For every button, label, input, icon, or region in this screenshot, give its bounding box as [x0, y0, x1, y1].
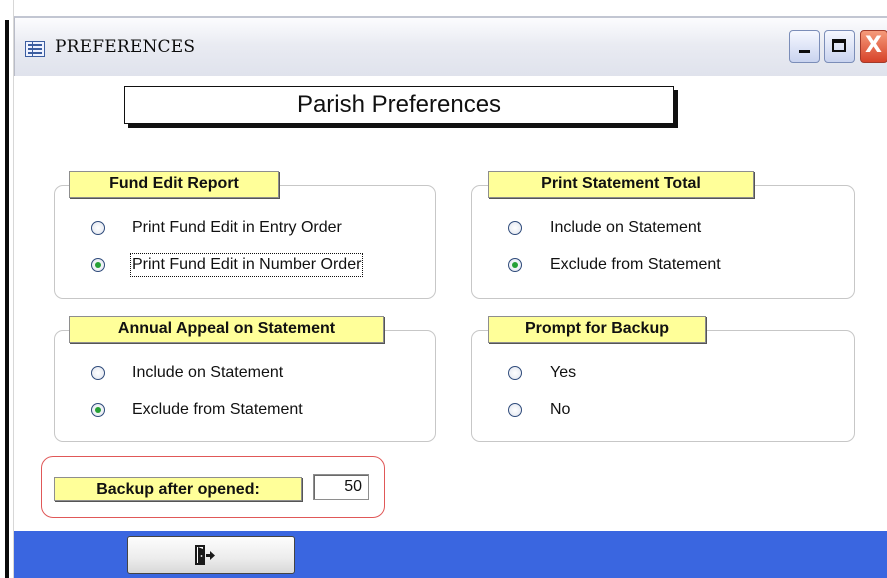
annual-appeal-label: Annual Appeal on Statement [69, 316, 384, 343]
window-left-frame [0, 0, 14, 578]
form-body: Parish Preferences Fund Edit Report Prin… [14, 76, 887, 531]
title-bar[interactable]: PREFERENCES X [14, 16, 887, 78]
radio-annual-appeal-include[interactable] [91, 366, 105, 380]
radio-annual-appeal-exclude[interactable] [91, 403, 105, 417]
prompt-for-backup-group [471, 330, 855, 442]
exit-door-icon [195, 545, 215, 565]
window-left-border [5, 20, 9, 578]
close-button[interactable]: X [860, 30, 887, 63]
radio-statement-total-include[interactable] [508, 221, 522, 235]
backup-after-opened-label: Backup after opened: [54, 477, 302, 501]
option-label[interactable]: Print Fund Edit in Entry Order [132, 218, 342, 238]
preferences-window: PREFERENCES X Parish Preferences Fund Ed… [0, 0, 887, 578]
form-icon [25, 41, 45, 57]
print-statement-total-group [471, 185, 855, 299]
footer-bar [14, 531, 887, 578]
radio-statement-total-exclude[interactable] [508, 258, 522, 272]
radio-backup-yes[interactable] [508, 366, 522, 380]
option-label[interactable]: Exclude from Statement [550, 255, 721, 275]
print-statement-total-label: Print Statement Total [488, 171, 754, 198]
window-title: PREFERENCES [55, 37, 196, 57]
option-label[interactable]: Yes [550, 363, 576, 383]
fund-edit-report-label: Fund Edit Report [69, 171, 279, 198]
option-label[interactable]: Exclude from Statement [132, 400, 303, 420]
exit-button[interactable] [127, 536, 295, 574]
radio-fund-edit-entry-order[interactable] [91, 221, 105, 235]
prompt-for-backup-label: Prompt for Backup [488, 316, 706, 343]
page-title: Parish Preferences [124, 86, 674, 124]
option-label-focused[interactable]: Print Fund Edit in Number Order [129, 253, 364, 277]
option-label[interactable]: Include on Statement [550, 218, 701, 238]
radio-fund-edit-number-order[interactable] [91, 258, 105, 272]
close-icon: X [865, 33, 882, 58]
option-label[interactable]: No [550, 400, 570, 420]
window-top-frame [0, 0, 887, 14]
maximize-button[interactable] [824, 30, 855, 63]
fund-edit-report-group [54, 185, 436, 299]
annual-appeal-group [54, 330, 436, 442]
option-label[interactable]: Include on Statement [132, 363, 283, 383]
backup-count-input[interactable]: 50 [313, 474, 369, 500]
radio-backup-no[interactable] [508, 403, 522, 417]
screen: PREFERENCES X Parish Preferences Fund Ed… [0, 0, 887, 578]
minimize-button[interactable] [789, 30, 820, 63]
